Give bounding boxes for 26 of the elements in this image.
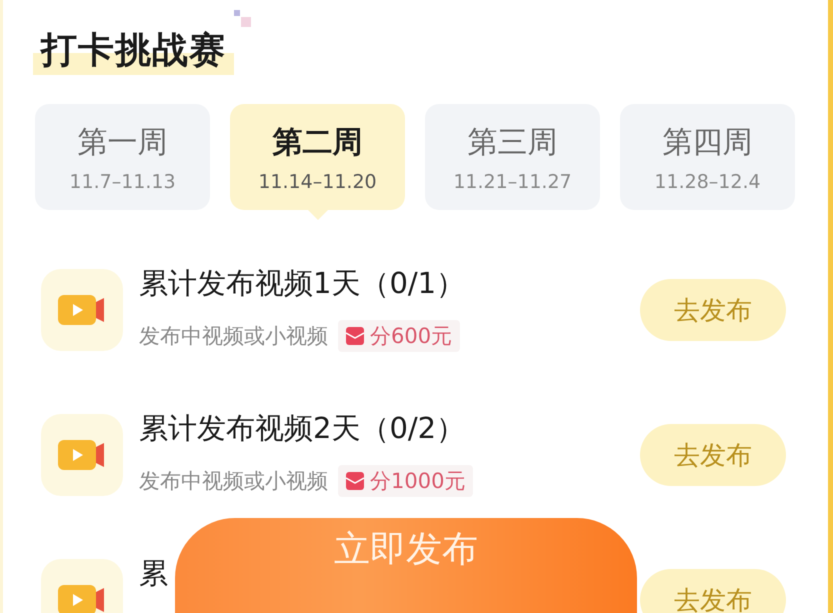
task-title: 累计发布视频1天（0/1） [139,265,466,302]
publish-task-button[interactable]: 去发布 [640,569,786,613]
week-dates: 11.14–11.20 [258,170,377,192]
sparkle-icon [234,10,252,28]
task-title: 累计发布视频2天（0/2） [139,410,466,447]
reward-amount: 分600元 [370,323,452,350]
week-tab[interactable]: 第四周 11.28–12.4 [620,104,795,210]
task-description: 发布中视频或小视频 [139,323,328,350]
task-title: 累 [139,555,169,592]
video-icon [41,269,123,351]
reward-amount: 分1000元 [370,468,466,495]
week-tab[interactable]: 第三周 11.21–11.27 [425,104,600,210]
week-dates: 11.7–11.13 [69,170,176,192]
video-icon [41,414,123,496]
week-label: 第一周 [78,124,168,162]
week-label: 第三周 [468,124,558,162]
week-dates: 11.28–12.4 [654,170,761,192]
week-label: 第四周 [662,124,752,162]
publish-task-button[interactable]: 去发布 [640,424,786,486]
task-description: 发布中视频或小视频 [139,468,328,495]
envelope-icon [346,472,364,490]
week-label: 第二周 [272,124,362,162]
week-tab[interactable]: 第一周 11.7–11.13 [35,104,210,210]
envelope-icon [346,327,364,345]
publish-task-button[interactable]: 去发布 [640,279,786,341]
week-dates: 11.21–11.27 [453,170,572,192]
